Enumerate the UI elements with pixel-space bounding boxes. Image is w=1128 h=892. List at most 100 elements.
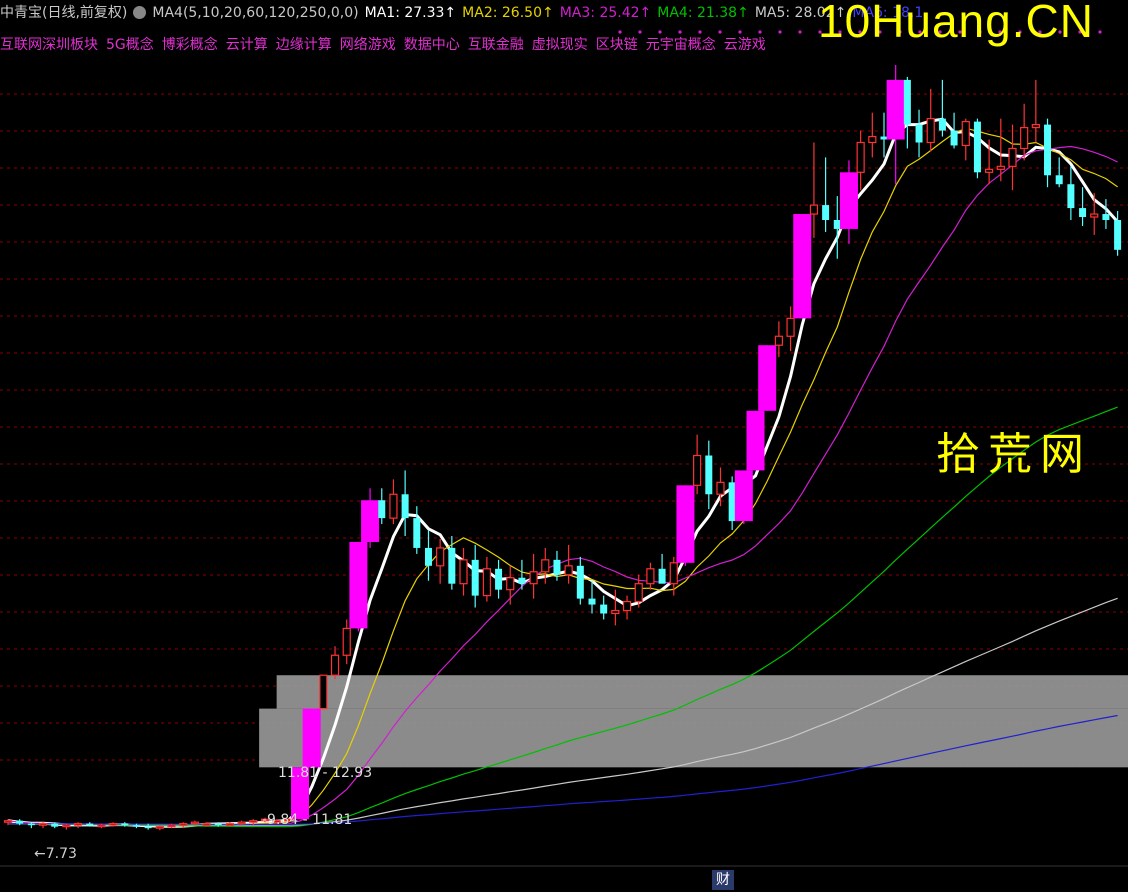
concept-tag[interactable]: 虚拟现实 (532, 37, 588, 53)
candle-body-down (214, 823, 222, 826)
candle-body-limit-up (758, 345, 777, 411)
concept-tag[interactable]: 区块链 (596, 37, 638, 53)
candle-body-down (903, 79, 911, 125)
concept-tag[interactable]: 云游戏 (724, 37, 766, 53)
candle-body-down (600, 604, 608, 614)
candle-body-limit-up (839, 172, 858, 229)
candle-body-limit-up (361, 500, 380, 542)
candle-body-limit-up (886, 79, 905, 140)
zone-label-upper: 11.81 - 12.93 (278, 765, 373, 781)
watermark-mid: 拾荒网 (936, 429, 1092, 480)
candle-body-up (389, 493, 398, 519)
candle-body-up (611, 609, 620, 615)
candle-body-up (786, 317, 795, 337)
candle-body-up (622, 600, 632, 612)
candle-body-down (144, 826, 152, 829)
ma4-value: MA4: 21.38↑ (657, 5, 749, 21)
candle-body-limit-up (746, 410, 765, 471)
candle-body-down (401, 494, 409, 519)
candle-body-up (868, 135, 877, 144)
concept-tag[interactable]: 云计算 (226, 37, 268, 53)
candle-body-up (155, 826, 164, 829)
candle-body-limit-up (302, 708, 321, 768)
low-price-marker: ←7.73 (34, 846, 77, 862)
candle-body-down (121, 823, 129, 826)
ma-params[interactable]: MA4(5,10,20,60,120,250,0,0) (152, 5, 358, 21)
candle-body-limit-up (793, 214, 812, 319)
candle-body-up (716, 481, 725, 495)
candle-body-up (249, 820, 258, 823)
candle-body-down (86, 823, 94, 826)
concept-tags: 互联网深圳板块 5G概念 博彩概念 云计算 边缘计算 网络游戏 数据中心 互联金融 虚拟现实 区块… (0, 34, 774, 56)
candle-body-up (985, 168, 994, 173)
candle-body-up (38, 823, 48, 826)
signal-dot (778, 30, 782, 34)
concept-tag[interactable]: 5G概念 (106, 37, 154, 53)
candle-body-up (342, 627, 351, 656)
candle-body-up (482, 568, 491, 597)
ma3-value: MA3: 25.42↑ (559, 5, 652, 21)
candle-body-up (225, 823, 235, 826)
candle-body-up (646, 568, 655, 585)
candle-body-down (658, 568, 666, 584)
candle-body-up (809, 204, 819, 215)
ma2-value: MA2: 26.50↑ (462, 5, 554, 21)
candle-body-up (167, 824, 176, 828)
candle-body-up (634, 583, 643, 603)
candle-body-down (132, 825, 140, 827)
concept-tag[interactable]: 博彩概念 (162, 37, 218, 53)
candle-body-down (973, 121, 981, 173)
candle-body-up (541, 559, 550, 573)
finance-tag-button[interactable]: 财 (712, 870, 734, 890)
candle-body-down (16, 820, 24, 824)
candle-body-down (588, 598, 596, 605)
candle-body-up (1031, 124, 1040, 129)
concept-tag[interactable]: 元宇宙概念 (646, 37, 716, 53)
candle-body-down (495, 568, 503, 590)
ma1-value: MA1: 27.33↑ (364, 5, 457, 21)
candle-body-limit-up (349, 541, 368, 629)
candle-body-down (833, 220, 841, 229)
candle-body-up (856, 141, 865, 173)
watermark-top: 10Huang.CN (818, 0, 1094, 47)
candle-body-down (915, 124, 923, 143)
candle-body-up (179, 823, 188, 826)
concept-tag[interactable]: 数据中心 (404, 37, 460, 53)
candle-body-up (459, 559, 468, 585)
candle-body-down (950, 130, 958, 146)
candle-body-down (378, 500, 386, 519)
settings-icon[interactable] (133, 6, 147, 19)
candle-body-down (938, 118, 946, 131)
candle-body-up (97, 824, 106, 828)
candle-body-up (564, 565, 573, 576)
signal-dot (1098, 30, 1102, 34)
candle-body-down (51, 823, 59, 827)
stock-chart-window: { "header": { "title": "中青宝(日线,前复权)", "m… (0, 0, 1128, 892)
candle-body-down (27, 823, 35, 826)
candle-body-down (576, 565, 584, 599)
candle-body-limit-up (676, 485, 695, 563)
concept-tag[interactable]: 互联网深圳板块 (0, 37, 98, 53)
candle-body-up (436, 547, 445, 567)
candle-body-limit-up (734, 470, 753, 522)
candle-body-down (518, 577, 526, 584)
candle-body-down (448, 547, 456, 584)
concept-tag[interactable]: 网络游戏 (340, 37, 396, 53)
candle-body-down (1044, 124, 1052, 176)
candle-body-up (109, 823, 118, 826)
candle-body-down (1102, 214, 1110, 220)
concept-tag[interactable]: 互联金融 (468, 37, 524, 53)
candle-body-up (1020, 126, 1029, 150)
candle-body-up (62, 824, 71, 828)
candle-body-up (774, 335, 783, 346)
candle-body-up (996, 165, 1005, 170)
zone-label-lower: -9.84 - 11.81 (262, 812, 353, 828)
stock-title[interactable]: 中青宝(日线,前复权) (0, 5, 127, 21)
price-zone (276, 675, 1128, 709)
price-zone (259, 708, 1128, 768)
candle-body-up (961, 121, 970, 147)
candle-body-up (73, 823, 83, 826)
concept-tag[interactable]: 边缘计算 (276, 37, 332, 53)
candle-body-down (705, 455, 713, 495)
signal-dot (798, 30, 802, 34)
